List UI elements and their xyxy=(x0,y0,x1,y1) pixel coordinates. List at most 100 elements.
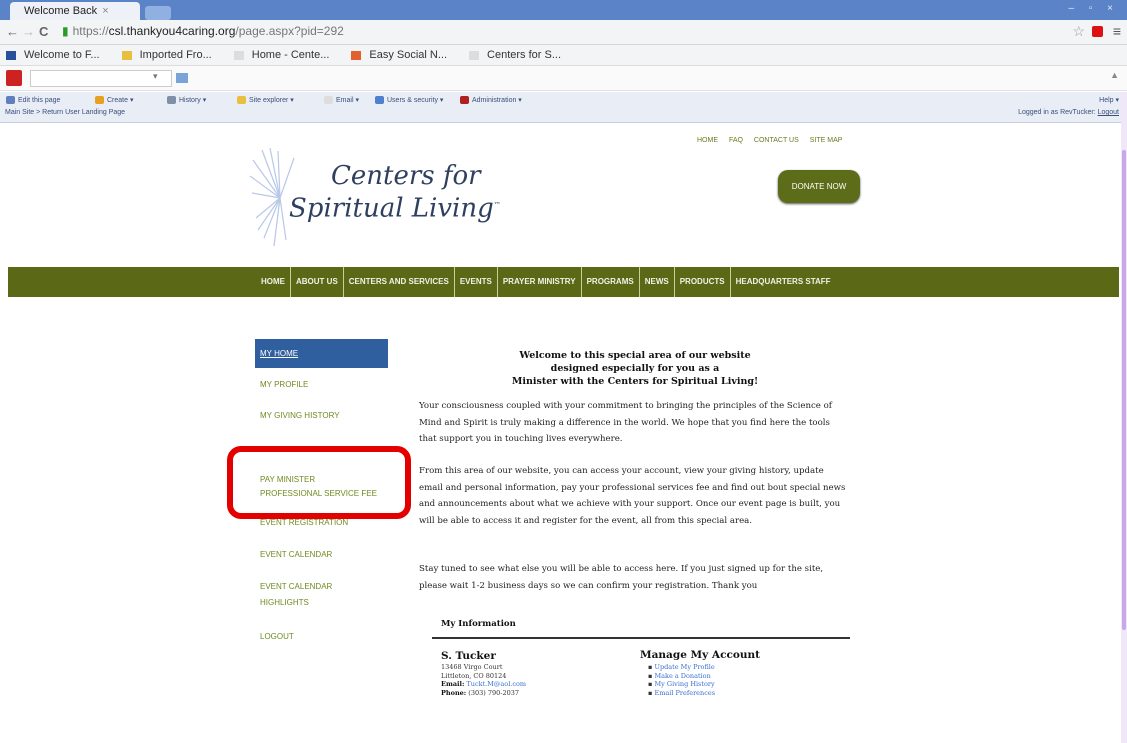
reload-icon[interactable]: C xyxy=(39,24,48,39)
intro-paragraph: Your consciousness coupled with your com… xyxy=(419,401,832,444)
bookmark-item[interactable]: Home - Cente... xyxy=(228,49,338,61)
sidebar-item-logout[interactable]: LOGOUT xyxy=(260,632,294,641)
cms-menu-item[interactable]: Administration ▾ xyxy=(460,96,522,105)
forward-icon[interactable]: → xyxy=(22,24,35,39)
welcome-line-3: Minister with the Centers for Spiritual … xyxy=(511,376,759,387)
browser-menu-icon[interactable]: ≡ xyxy=(1113,23,1121,39)
member-name: S. Tucker xyxy=(441,650,496,662)
address-line-1: 13468 Virgo Court xyxy=(441,663,503,671)
cms-menu-item[interactable]: History ▾ xyxy=(167,96,206,105)
donate-now-button[interactable]: DONATE NOW xyxy=(778,170,860,203)
welcome-line-2: designed especially for you as a xyxy=(550,363,720,374)
phone-label: Phone: xyxy=(441,688,467,697)
cms-menu-icon xyxy=(460,96,469,105)
help-menu[interactable]: Help ▾ xyxy=(1099,96,1119,104)
sidebar-item-my-home[interactable]: MY HOME xyxy=(260,349,298,358)
main-nav-item[interactable]: CENTERS AND SERVICES xyxy=(344,267,455,297)
bookmark-favicon-icon xyxy=(6,50,16,60)
main-nav-item[interactable]: HEADQUARTERS STAFF xyxy=(731,267,836,297)
address-bar-row: ← → C ▮ https://csl.thankyou4caring.org/p… xyxy=(0,20,1127,45)
logged-in-text: Logged in as RevTucker: xyxy=(1018,109,1096,116)
extension-icon[interactable] xyxy=(1092,26,1103,37)
main-nav-item[interactable]: PRODUCTS xyxy=(675,267,731,297)
cms-menu-item[interactable]: Users & security ▾ xyxy=(375,96,443,105)
email-preferences-link[interactable]: Email Preferences xyxy=(648,689,715,698)
site-logo[interactable]: Centers for Spiritual Living™ xyxy=(289,162,501,224)
bookmarks-bar: Welcome to F... Imported Fro... Home - Cen… xyxy=(0,45,1127,66)
sidebar-item-my-profile[interactable]: MY PROFILE xyxy=(260,380,308,389)
main-nav-item[interactable]: ABOUT US xyxy=(291,267,344,297)
bookmark-label: Welcome to F... xyxy=(24,49,100,61)
bookmark-item[interactable]: Welcome to F... xyxy=(0,49,108,61)
main-nav-item[interactable]: NEWS xyxy=(640,267,675,297)
giving-history-link[interactable]: My Giving History xyxy=(648,680,715,689)
address-line-2: Littleton, CO 80124 xyxy=(441,671,507,680)
email-link[interactable]: Tuckt.M@aol.com xyxy=(466,680,526,688)
bookmark-label: Home - Cente... xyxy=(251,49,330,61)
cms-menu-item[interactable]: Edit this page xyxy=(6,96,60,104)
sidebar-item-giving-history[interactable]: MY GIVING HISTORY xyxy=(260,411,340,420)
bookmark-favicon-icon xyxy=(121,50,132,60)
cms-menu-icon xyxy=(6,96,15,104)
addon-logo-icon[interactable] xyxy=(6,70,22,86)
addon-search-input[interactable] xyxy=(30,70,172,87)
logo-trademark: ™ xyxy=(493,201,501,209)
close-tab-icon[interactable]: × xyxy=(102,5,108,17)
window-controls[interactable]: ‒ ▫ × xyxy=(1068,3,1119,14)
logo-line-2: Spiritual Living xyxy=(289,193,494,224)
member-contact: 13468 Virgo Court Littleton, CO 80124 Em… xyxy=(441,663,526,697)
url-path: /page.aspx?pid=292 xyxy=(235,24,344,38)
manage-account-links: Update My Profile Make a Donation My Giv… xyxy=(648,663,715,697)
update-profile-link[interactable]: Update My Profile xyxy=(648,663,715,672)
sidebar-item-event-calendar[interactable]: EVENT CALENDAR xyxy=(260,550,332,559)
phone-value: (303) 790-2037 xyxy=(468,688,519,697)
lock-icon: ▮ xyxy=(62,24,69,38)
bookmark-label: Imported Fro... xyxy=(139,49,212,61)
bookmark-favicon-icon xyxy=(351,50,362,60)
cms-menu-item[interactable]: Email ▾ xyxy=(324,96,359,105)
bookmark-label: Centers for S... xyxy=(487,49,562,61)
cms-menu-icon xyxy=(95,96,104,105)
cms-menu-item[interactable]: Create ▾ xyxy=(95,96,133,105)
cms-toolbar: Edit this page Create ▾ History ▾ Site expl… xyxy=(0,92,1127,123)
welcome-heading: Welcome to this special area of our webs… xyxy=(470,349,800,388)
bookmark-item[interactable]: Centers for S... xyxy=(463,49,569,61)
logged-in-status: Logged in as RevTucker: Logout xyxy=(1018,109,1119,116)
cms-menu-label: Site explorer ▾ xyxy=(249,97,294,104)
back-icon[interactable]: ← xyxy=(6,24,19,39)
sidebar-item-event-registration[interactable]: EVENT REGISTRATION xyxy=(260,518,348,527)
bookmark-item[interactable]: Easy Social N... xyxy=(345,49,455,61)
logout-link[interactable]: Logout xyxy=(1098,109,1119,116)
addon-dropdown-icon[interactable]: ▾ xyxy=(153,71,158,82)
top-link-contact[interactable]: CONTACT US xyxy=(754,137,799,144)
top-link-sitemap[interactable]: SITE MAP xyxy=(810,137,843,144)
cms-menu-label: Email ▾ xyxy=(336,97,359,104)
welcome-line-1: Welcome to this special area of our webs… xyxy=(519,350,751,361)
top-link-faq[interactable]: FAQ xyxy=(729,137,743,144)
url-prefix: https:// xyxy=(72,24,109,38)
sidebar-item-highlights-line2[interactable]: HIGHLIGHTS xyxy=(260,598,309,607)
my-information-title: My Information xyxy=(441,619,516,629)
browser-tab[interactable]: Welcome Back × xyxy=(10,2,140,20)
url-field[interactable]: ▮ https://csl.thankyou4caring.org/page.as… xyxy=(62,23,1042,40)
logo-line-1: Centers for xyxy=(331,161,481,191)
bookmark-item[interactable]: Imported Fro... xyxy=(116,49,220,61)
annotation-highlight-box xyxy=(227,446,411,519)
tab-title: Welcome Back xyxy=(24,5,98,17)
scroll-up-icon[interactable]: ▲ xyxy=(1110,70,1119,80)
main-nav-item[interactable]: EVENTS xyxy=(455,267,498,297)
email-label: Email: xyxy=(441,680,465,689)
main-nav-item[interactable]: PROGRAMS xyxy=(582,267,640,297)
bookmark-star-icon[interactable]: ☆ xyxy=(1072,23,1085,40)
make-donation-link[interactable]: Make a Donation xyxy=(648,672,715,681)
main-nav-item[interactable]: HOME xyxy=(256,267,291,297)
divider xyxy=(432,637,850,639)
addon-mail-icon[interactable] xyxy=(176,73,188,83)
url-domain: csl.thankyou4caring.org xyxy=(108,24,236,38)
sidebar-item-highlights-line1[interactable]: EVENT CALENDAR xyxy=(260,582,332,591)
cms-menu-item[interactable]: Site explorer ▾ xyxy=(237,96,294,105)
new-tab-button[interactable] xyxy=(145,6,171,20)
top-link-home[interactable]: HOME xyxy=(697,137,718,144)
scrollbar-thumb[interactable] xyxy=(1122,150,1126,630)
main-nav-item[interactable]: PRAYER MINISTRY xyxy=(498,267,582,297)
